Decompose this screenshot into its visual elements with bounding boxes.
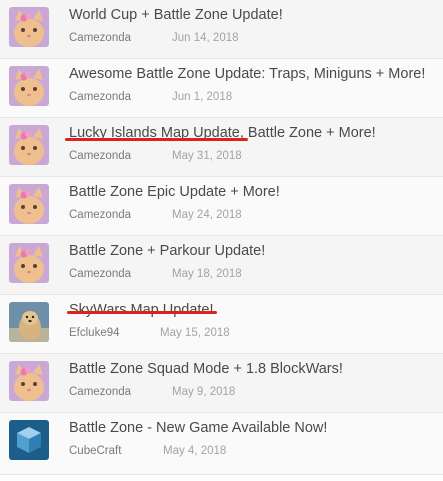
cubecraft-logo-avatar[interactable]	[9, 420, 49, 460]
thread-date: May 4, 2018	[163, 445, 227, 457]
thread-title[interactable]: Battle Zone Squad Mode + 1.8 BlockWars!	[69, 361, 343, 377]
thread-date: Jun 14, 2018	[172, 32, 239, 44]
strikethrough-mark	[67, 311, 217, 314]
cat-avatar[interactable]	[9, 66, 49, 106]
thread-list: World Cup + Battle Zone Update! Camezond…	[0, 0, 443, 481]
thread-row[interactable]: World Cup + Battle Zone Update! Camezond…	[0, 0, 443, 59]
thread-date: May 9, 2018	[172, 386, 236, 398]
thread-author[interactable]: CubeCraft	[69, 445, 121, 457]
dog-avatar[interactable]	[9, 302, 49, 342]
cat-avatar[interactable]	[9, 7, 49, 47]
thread-row[interactable]: Battle Zone Epic Update + More! Camezond…	[0, 177, 443, 236]
thread-row[interactable]: Battle Zone + Parkour Update! Camezonda …	[0, 236, 443, 295]
thread-author[interactable]: Efcluke94	[69, 327, 120, 339]
thread-author[interactable]: Camezonda	[69, 268, 131, 280]
thread-row[interactable]: Lucky Islands Map Update, Battle Zone + …	[0, 118, 443, 177]
thread-title[interactable]: Battle Zone + Parkour Update!	[69, 243, 265, 259]
thread-date: May 24, 2018	[172, 209, 242, 221]
thread-author[interactable]: Camezonda	[69, 209, 131, 221]
thread-title[interactable]: Awesome Battle Zone Update: Traps, Minig…	[69, 66, 425, 82]
thread-title[interactable]: Battle Zone Epic Update + More!	[69, 184, 280, 200]
thread-date: May 31, 2018	[172, 150, 242, 162]
thread-author[interactable]: Camezonda	[69, 91, 131, 103]
thread-date: May 15, 2018	[160, 327, 230, 339]
thread-author[interactable]: Camezonda	[69, 32, 131, 44]
cat-avatar[interactable]	[9, 243, 49, 283]
thread-date: May 18, 2018	[172, 268, 242, 280]
cat-avatar[interactable]	[9, 184, 49, 224]
thread-title[interactable]: SkyWars Map Update!	[69, 302, 214, 318]
thread-date: Jun 1, 2018	[172, 91, 233, 103]
thread-title[interactable]: Battle Zone - New Game Available Now!	[69, 420, 327, 436]
thread-title[interactable]: World Cup + Battle Zone Update!	[69, 7, 283, 23]
thread-row[interactable]: Battle Zone - New Game Available Now! Cu…	[0, 413, 443, 475]
cat-avatar[interactable]	[9, 361, 49, 401]
strikethrough-mark	[65, 138, 248, 141]
thread-author[interactable]: Camezonda	[69, 150, 131, 162]
thread-row[interactable]: Battle Zone Squad Mode + 1.8 BlockWars! …	[0, 354, 443, 413]
cat-avatar[interactable]	[9, 125, 49, 165]
thread-row[interactable]: Awesome Battle Zone Update: Traps, Minig…	[0, 59, 443, 118]
thread-row[interactable]: SkyWars Map Update! Efcluke94 May 15, 20…	[0, 295, 443, 354]
thread-author[interactable]: Camezonda	[69, 386, 131, 398]
